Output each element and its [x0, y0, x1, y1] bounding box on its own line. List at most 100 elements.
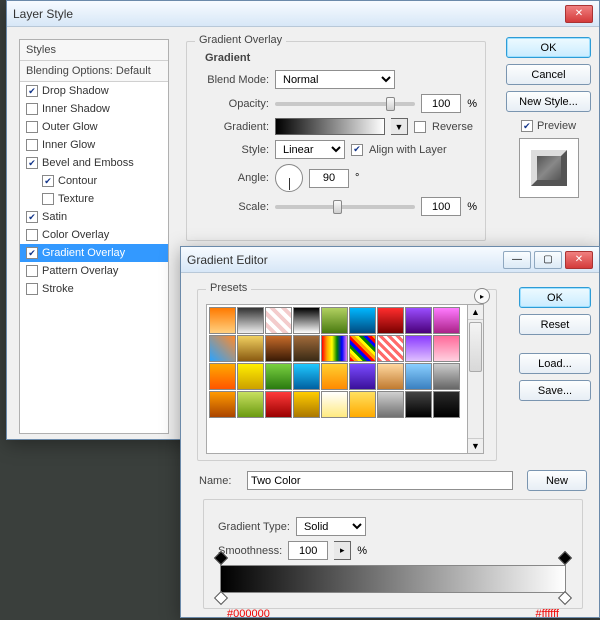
blending-options-row[interactable]: Blending Options: Default	[20, 61, 168, 82]
style-checkbox[interactable]: ✔	[42, 175, 54, 187]
preview-checkbox[interactable]: ✔	[521, 120, 533, 132]
style-checkbox[interactable]	[26, 229, 38, 241]
style-item-color-overlay[interactable]: Color Overlay	[20, 226, 168, 244]
preset-swatch[interactable]	[209, 363, 236, 390]
reverse-checkbox[interactable]	[414, 121, 426, 133]
preset-swatch[interactable]	[321, 391, 348, 418]
preset-swatch[interactable]	[377, 335, 404, 362]
ok-button[interactable]: OK	[519, 287, 591, 308]
preset-swatch[interactable]	[349, 363, 376, 390]
preset-swatch[interactable]	[237, 307, 264, 334]
style-checkbox[interactable]	[26, 283, 38, 295]
scroll-thumb[interactable]	[469, 322, 482, 372]
style-item-inner-glow[interactable]: Inner Glow	[20, 136, 168, 154]
style-checkbox[interactable]	[26, 139, 38, 151]
opacity-stop-right[interactable]	[560, 553, 570, 565]
align-checkbox[interactable]: ✔	[351, 144, 363, 156]
style-item-texture[interactable]: Texture	[20, 190, 168, 208]
style-checkbox[interactable]: ✔	[26, 247, 38, 259]
new-button[interactable]: New	[527, 470, 587, 491]
style-checkbox[interactable]: ✔	[26, 211, 38, 223]
cancel-button[interactable]: Cancel	[506, 64, 591, 85]
gradient-bar[interactable]: #000000 #ffffff	[220, 565, 566, 593]
reset-button[interactable]: Reset	[519, 314, 591, 335]
titlebar[interactable]: Gradient Editor — ▢ ✕	[181, 247, 599, 273]
preset-swatch[interactable]	[433, 363, 460, 390]
preset-swatch[interactable]	[433, 307, 460, 334]
style-item-outer-glow[interactable]: Outer Glow	[20, 118, 168, 136]
preset-swatch[interactable]	[321, 363, 348, 390]
angle-wheel[interactable]	[275, 164, 303, 192]
gradient-type-select[interactable]: Solid	[296, 517, 366, 536]
scroll-down-icon[interactable]: ▼	[468, 438, 483, 453]
style-checkbox[interactable]: ✔	[26, 85, 38, 97]
style-item-stroke[interactable]: Stroke	[20, 280, 168, 298]
preset-swatch[interactable]	[293, 307, 320, 334]
angle-input[interactable]	[309, 169, 349, 188]
preset-swatch[interactable]	[265, 363, 292, 390]
preset-swatch[interactable]	[405, 363, 432, 390]
preset-swatch[interactable]	[237, 335, 264, 362]
style-checkbox[interactable]	[26, 103, 38, 115]
preset-swatch[interactable]	[237, 363, 264, 390]
minimize-button[interactable]: —	[503, 251, 531, 269]
load-button[interactable]: Load...	[519, 353, 591, 374]
preset-swatch[interactable]	[349, 307, 376, 334]
preset-swatch[interactable]	[405, 335, 432, 362]
style-item-gradient-overlay[interactable]: ✔Gradient Overlay	[20, 244, 168, 262]
scale-input[interactable]	[421, 197, 461, 216]
titlebar[interactable]: Layer Style ✕	[7, 1, 599, 27]
save-button[interactable]: Save...	[519, 380, 591, 401]
preset-swatch[interactable]	[293, 391, 320, 418]
scale-slider[interactable]	[275, 205, 415, 209]
smoothness-input[interactable]	[288, 541, 328, 560]
style-item-inner-shadow[interactable]: Inner Shadow	[20, 100, 168, 118]
style-checkbox[interactable]	[26, 121, 38, 133]
gradient-preview[interactable]	[275, 118, 385, 135]
scroll-up-icon[interactable]: ▲	[468, 305, 483, 320]
preset-swatch[interactable]	[321, 307, 348, 334]
smoothness-stepper-icon[interactable]: ▸	[334, 541, 351, 560]
preset-swatch[interactable]	[209, 335, 236, 362]
preset-swatch[interactable]	[293, 363, 320, 390]
new-style-button[interactable]: New Style...	[506, 91, 591, 112]
preset-swatch[interactable]	[349, 391, 376, 418]
style-item-pattern-overlay[interactable]: Pattern Overlay	[20, 262, 168, 280]
preset-swatch[interactable]	[265, 335, 292, 362]
preset-swatch[interactable]	[405, 391, 432, 418]
preset-swatch[interactable]	[377, 307, 404, 334]
opacity-input[interactable]	[421, 94, 461, 113]
color-stop-right[interactable]	[560, 593, 570, 605]
preset-swatch[interactable]	[349, 335, 376, 362]
style-checkbox[interactable]	[26, 265, 38, 277]
opacity-stop-left[interactable]	[216, 553, 226, 565]
color-stop-left[interactable]	[216, 593, 226, 605]
style-checkbox[interactable]: ✔	[26, 157, 38, 169]
preset-swatch[interactable]	[377, 391, 404, 418]
preset-swatch[interactable]	[209, 307, 236, 334]
styles-header[interactable]: Styles	[20, 40, 168, 61]
presets-scrollbar[interactable]: ▲ ▼	[468, 304, 484, 454]
style-item-bevel-and-emboss[interactable]: ✔Bevel and Emboss	[20, 154, 168, 172]
style-item-contour[interactable]: ✔Contour	[20, 172, 168, 190]
close-button[interactable]: ✕	[565, 5, 593, 23]
ok-button[interactable]: OK	[506, 37, 591, 58]
preset-swatch[interactable]	[293, 335, 320, 362]
presets-menu-icon[interactable]: ▸	[474, 288, 490, 304]
close-button[interactable]: ✕	[565, 251, 593, 269]
preset-swatch[interactable]	[265, 307, 292, 334]
blend-mode-select[interactable]: Normal	[275, 70, 395, 89]
preset-swatch[interactable]	[433, 391, 460, 418]
preset-swatch[interactable]	[321, 335, 348, 362]
preset-swatch[interactable]	[405, 307, 432, 334]
style-select[interactable]: Linear	[275, 140, 345, 159]
opacity-slider[interactable]	[275, 102, 415, 106]
style-item-drop-shadow[interactable]: ✔Drop Shadow	[20, 82, 168, 100]
style-checkbox[interactable]	[42, 193, 54, 205]
preset-swatch[interactable]	[209, 391, 236, 418]
preset-swatch[interactable]	[237, 391, 264, 418]
preset-swatch[interactable]	[433, 335, 460, 362]
style-item-satin[interactable]: ✔Satin	[20, 208, 168, 226]
maximize-button[interactable]: ▢	[534, 251, 562, 269]
name-input[interactable]	[247, 471, 513, 490]
